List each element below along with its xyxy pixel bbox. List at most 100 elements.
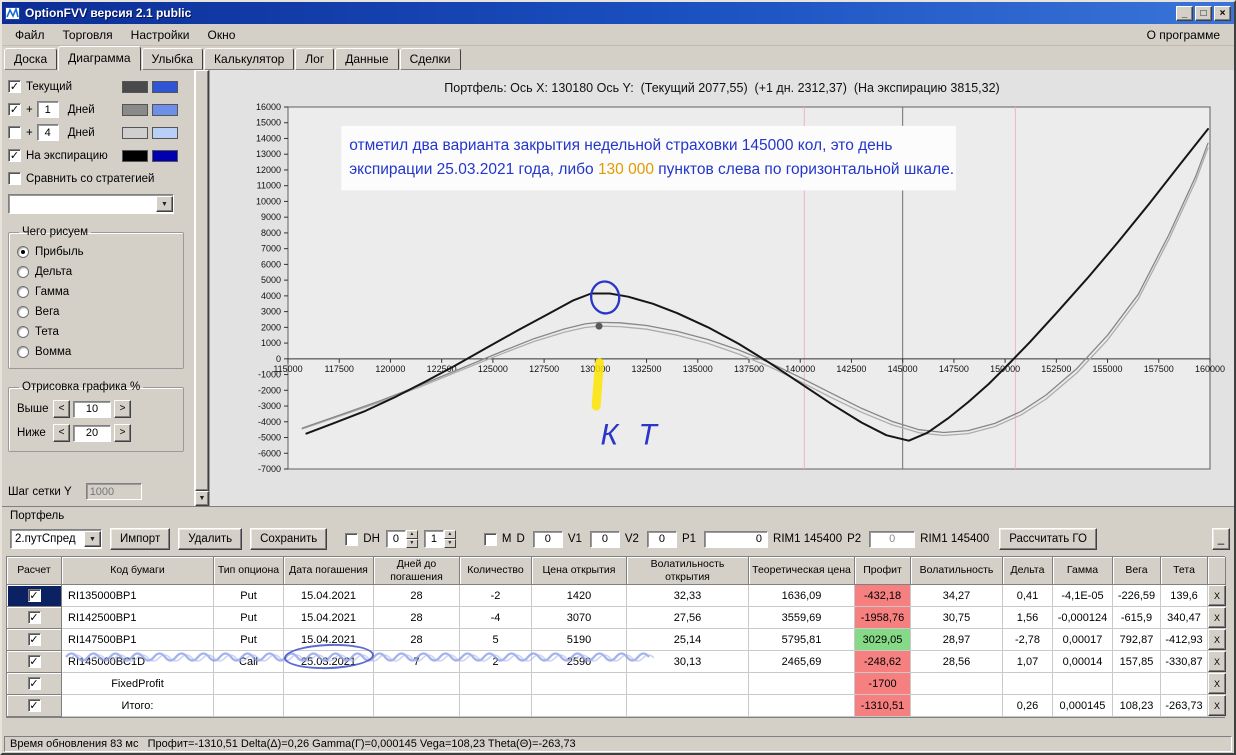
spinner-down-icon[interactable]: ▼: [406, 539, 418, 548]
tab-2[interactable]: Улыбка: [142, 48, 204, 70]
strategy-combo[interactable]: ▼: [8, 194, 174, 214]
row-3-checkbox[interactable]: ✓: [28, 655, 41, 668]
menu-item-2[interactable]: Настройки: [122, 25, 199, 45]
menu-item-0[interactable]: Файл: [6, 25, 54, 45]
import-button[interactable]: Импорт: [110, 528, 170, 550]
render-value-input[interactable]: 10: [73, 401, 111, 418]
row-3-vol-open: 30,13: [627, 651, 749, 673]
series-checkbox-3[interactable]: ✓: [8, 149, 21, 162]
m-label: М: [502, 533, 512, 545]
plus-label: +: [26, 104, 33, 116]
series-checkbox-2[interactable]: [8, 126, 21, 139]
tab-0[interactable]: Доска: [4, 48, 57, 70]
radio-label-1: Дельта: [35, 266, 72, 278]
row-0-delete-button[interactable]: X: [1208, 585, 1226, 606]
dh-spinner-value[interactable]: 1: [424, 530, 444, 548]
save-button[interactable]: Сохранить: [250, 528, 327, 550]
days-input-2[interactable]: 4: [37, 124, 59, 141]
radio-3[interactable]: [17, 306, 29, 318]
row-3-delete-button[interactable]: X: [1208, 651, 1226, 672]
color-swatch[interactable]: [122, 104, 148, 116]
row-4-calc-cell[interactable]: ✓: [7, 673, 62, 695]
grid-step-input[interactable]: 1000: [86, 483, 142, 500]
field-input-V2[interactable]: 0: [647, 531, 677, 548]
spinner-up-icon[interactable]: ▲: [444, 530, 456, 539]
combo-arrow-icon[interactable]: ▼: [156, 196, 173, 212]
row-2-delete-button[interactable]: X: [1208, 629, 1226, 650]
radio-0[interactable]: [17, 246, 29, 258]
toolbar-extra-button[interactable]: _: [1212, 528, 1230, 550]
tab-1[interactable]: Диаграмма: [58, 46, 140, 71]
title-bar[interactable]: OptionFVV версия 2.1 public _ □ ×: [2, 2, 1234, 24]
series-checkbox-1[interactable]: ✓: [8, 103, 21, 116]
radio-5[interactable]: [17, 346, 29, 358]
delete-button[interactable]: Удалить: [178, 528, 242, 550]
preset-combo[interactable]: 2.путСпред ▼: [10, 529, 102, 549]
close-button[interactable]: ×: [1214, 6, 1231, 21]
p1-input[interactable]: 0: [704, 531, 768, 548]
row-2-vega: 792,87: [1113, 629, 1161, 651]
color-swatch[interactable]: [152, 104, 178, 116]
draw-option-row-1: Дельта: [17, 262, 177, 282]
menu-about[interactable]: О программе: [1137, 25, 1230, 45]
tab-3[interactable]: Калькулятор: [204, 48, 294, 70]
hand-highlight-mark: [596, 363, 599, 406]
increase-button[interactable]: >: [114, 400, 131, 418]
row-4-checkbox[interactable]: ✓: [28, 677, 41, 690]
row-4-delete-button[interactable]: X: [1208, 673, 1226, 694]
menu-item-3[interactable]: Окно: [199, 25, 245, 45]
spinner-up-icon[interactable]: ▲: [406, 530, 418, 539]
increase-button[interactable]: >: [114, 424, 131, 442]
color-swatch[interactable]: [122, 81, 148, 93]
p2-input[interactable]: 0: [869, 531, 915, 548]
field-input-V1[interactable]: 0: [590, 531, 620, 548]
spinner-down-icon[interactable]: ▼: [444, 539, 456, 548]
row-0-calc-cell[interactable]: ✓: [7, 585, 62, 607]
radio-2[interactable]: [17, 286, 29, 298]
left-panel-scrollbar[interactable]: ▼: [194, 70, 209, 506]
row-1-calc-cell[interactable]: ✓: [7, 607, 62, 629]
scroll-down-icon[interactable]: ▼: [195, 491, 209, 506]
row-0-vol: 34,27: [911, 585, 1003, 607]
annotation-line1: отметил два варианта закрытия недельной …: [349, 137, 892, 154]
color-swatch[interactable]: [122, 127, 148, 139]
render-value-input[interactable]: 20: [73, 425, 111, 442]
radio-1[interactable]: [17, 266, 29, 278]
days-input-1[interactable]: 1: [37, 101, 59, 118]
dh-spinner-value[interactable]: 0: [386, 530, 406, 548]
row-5-vol: [911, 695, 1003, 717]
row-5-calc-cell[interactable]: ✓: [7, 695, 62, 717]
row-3-calc-cell[interactable]: ✓: [7, 651, 62, 673]
row-0-days: 28: [374, 585, 460, 607]
row-2-checkbox[interactable]: ✓: [28, 633, 41, 646]
calc-go-button[interactable]: Рассчитать ГО: [999, 528, 1097, 550]
color-swatch[interactable]: [152, 127, 178, 139]
combo-arrow-icon[interactable]: ▼: [84, 531, 101, 547]
tab-5[interactable]: Данные: [335, 48, 398, 70]
row-5-delete-button[interactable]: X: [1208, 695, 1226, 716]
color-swatch[interactable]: [152, 81, 178, 93]
row-1-checkbox[interactable]: ✓: [28, 611, 41, 624]
tab-6[interactable]: Сделки: [400, 48, 461, 70]
column-header-13: Вега: [1113, 557, 1161, 585]
m-checkbox[interactable]: [484, 533, 497, 546]
dh-checkbox[interactable]: [345, 533, 358, 546]
maximize-button[interactable]: □: [1195, 6, 1212, 21]
menu-item-1[interactable]: Торговля: [54, 25, 122, 45]
radio-4[interactable]: [17, 326, 29, 338]
tab-4[interactable]: Лог: [295, 48, 334, 70]
row-2-delta: -2,78: [1003, 629, 1053, 651]
field-input-D[interactable]: 0: [533, 531, 563, 548]
decrease-button[interactable]: <: [53, 400, 70, 418]
row-1-delete-button[interactable]: X: [1208, 607, 1226, 628]
decrease-button[interactable]: <: [53, 424, 70, 442]
row-2-calc-cell[interactable]: ✓: [7, 629, 62, 651]
minimize-button[interactable]: _: [1176, 6, 1193, 21]
scrollbar-thumb[interactable]: [195, 70, 209, 491]
row-0-checkbox[interactable]: ✓: [28, 589, 41, 602]
series-checkbox-0[interactable]: ✓: [8, 80, 21, 93]
row-5-checkbox[interactable]: ✓: [28, 699, 41, 712]
color-swatch[interactable]: [152, 150, 178, 162]
color-swatch[interactable]: [122, 150, 148, 162]
compare-strategy-checkbox[interactable]: [8, 172, 21, 185]
